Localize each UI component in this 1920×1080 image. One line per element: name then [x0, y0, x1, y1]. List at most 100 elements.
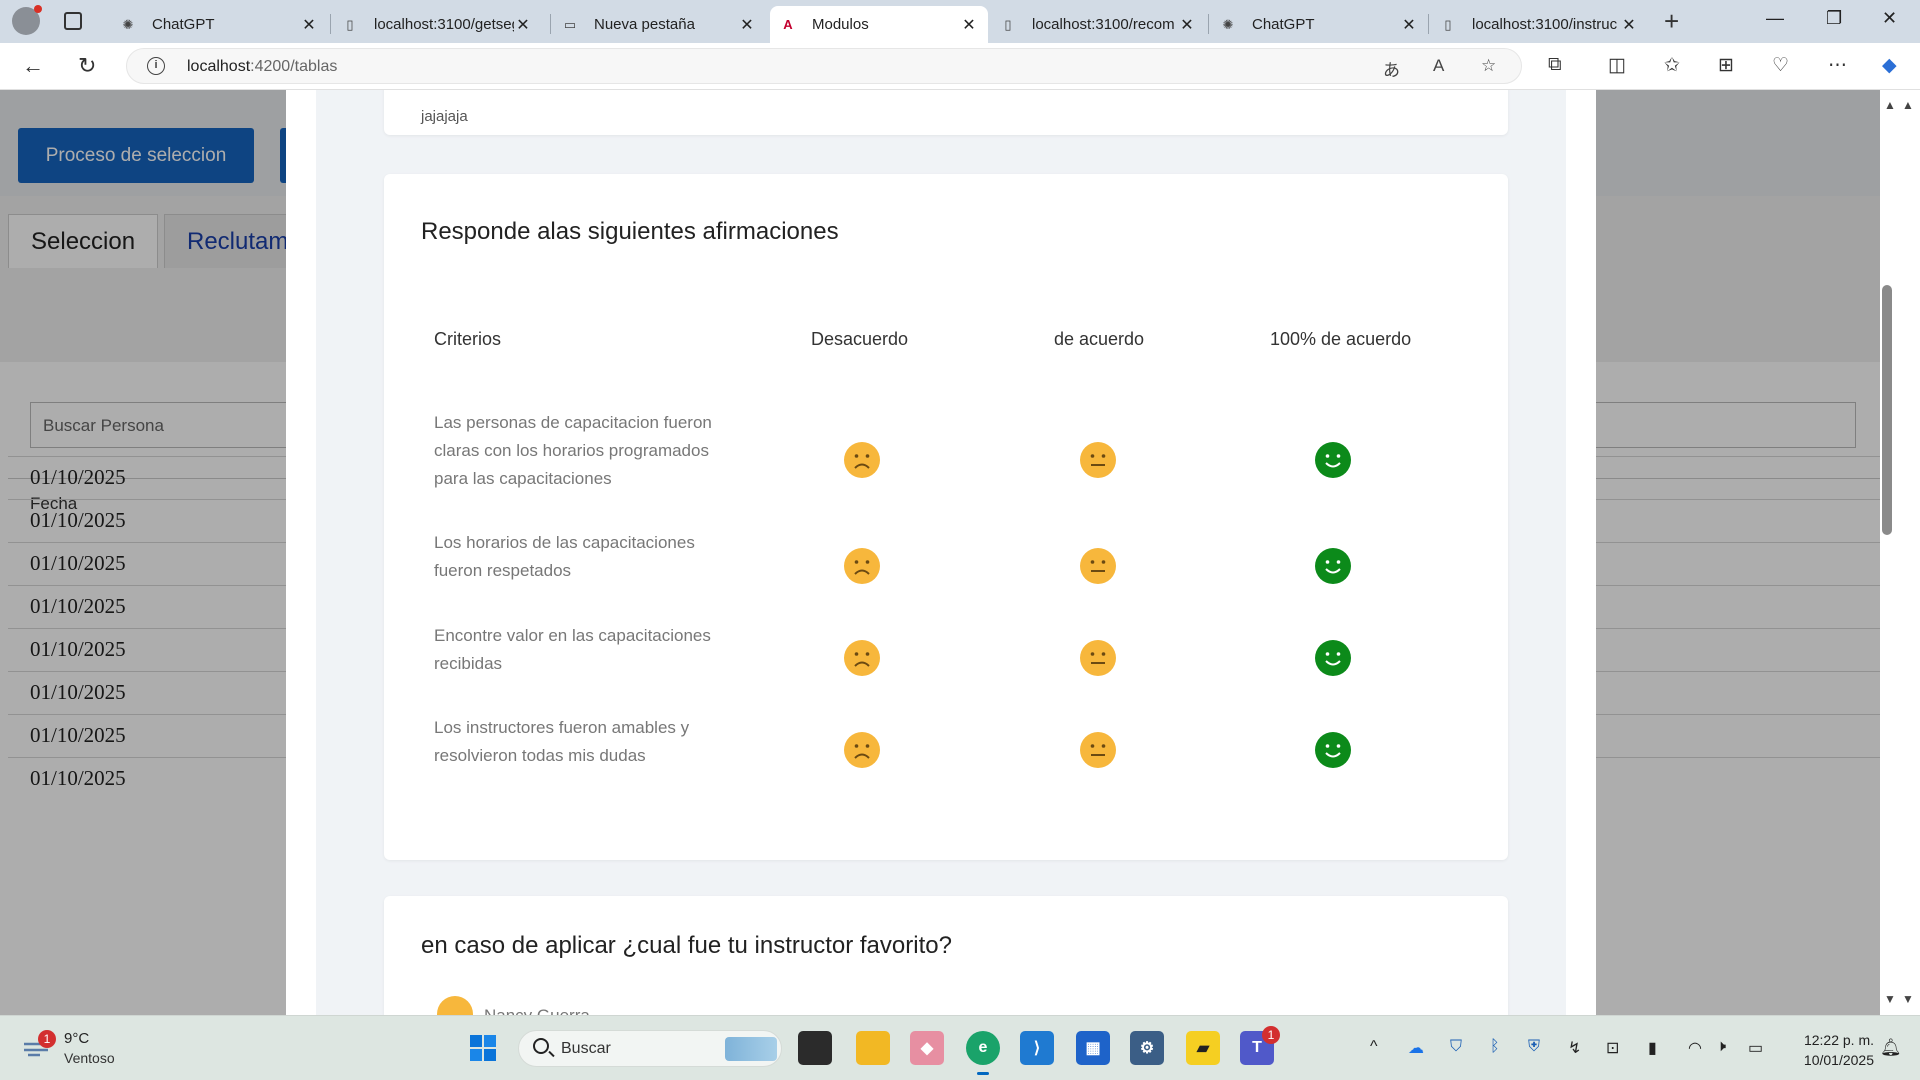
- tab-chatgpt-2[interactable]: ✺ ChatGPT ✕: [1210, 6, 1428, 43]
- refresh-icon[interactable]: ↻: [78, 53, 96, 79]
- site-info-icon[interactable]: i: [147, 57, 165, 75]
- bluetooth-icon[interactable]: ᛒ: [1490, 1038, 1500, 1056]
- survey-title: Responde alas siguientes afirmaciones: [421, 218, 839, 245]
- profile-avatar[interactable]: [12, 5, 42, 35]
- scroll-down-icon[interactable]: ▼: [1884, 992, 1896, 1006]
- scroll-up-icon[interactable]: ▲: [1902, 98, 1914, 112]
- close-tab-icon[interactable]: ✕: [514, 15, 532, 35]
- weather-temperature[interactable]: 9°C: [64, 1030, 89, 1047]
- close-tab-icon[interactable]: ✕: [1178, 15, 1196, 35]
- task-view-icon[interactable]: [798, 1031, 832, 1065]
- close-window-icon[interactable]: ✕: [1882, 8, 1897, 29]
- favorite-star-icon[interactable]: ☆: [1481, 56, 1496, 76]
- tab-title: ChatGPT: [1252, 16, 1315, 33]
- collections-icon[interactable]: ⊞: [1718, 54, 1734, 77]
- clock-date: 10/01/2025: [1803, 1052, 1874, 1068]
- scrollbar-thumb[interactable]: [1882, 285, 1892, 535]
- scroll-up-icon[interactable]: ▲: [1884, 98, 1896, 112]
- new-tab-icon[interactable]: +: [1664, 6, 1679, 37]
- column-desacuerdo: Desacuerdo: [811, 329, 909, 349]
- happy-face-icon[interactable]: [1315, 640, 1351, 676]
- sticky-notes-icon[interactable]: ▰: [1186, 1031, 1220, 1065]
- edge-browser-icon[interactable]: e: [966, 1031, 1000, 1075]
- close-tab-icon[interactable]: ✕: [300, 15, 318, 35]
- sad-face-icon[interactable]: [844, 640, 880, 676]
- page-icon: ▯: [1444, 16, 1452, 32]
- page-scrollbar[interactable]: ▲ ▲ ▼ ▼: [1880, 90, 1920, 1015]
- angular-icon: A: [783, 17, 793, 32]
- sad-face-icon[interactable]: [844, 548, 880, 584]
- close-tab-icon[interactable]: ✕: [738, 15, 756, 35]
- sad-face-icon[interactable]: [844, 732, 880, 768]
- back-icon[interactable]: ←: [22, 53, 44, 79]
- neutral-face-icon[interactable]: [1080, 640, 1116, 676]
- neutral-face-icon[interactable]: [1080, 548, 1116, 584]
- microsoft-store-icon[interactable]: ▦: [1076, 1031, 1110, 1065]
- favorites-icon[interactable]: ✩: [1664, 54, 1680, 77]
- taskbar-search[interactable]: Buscar: [518, 1030, 782, 1067]
- page-icon: ▯: [1004, 16, 1012, 32]
- instructor-option[interactable]: Nancy Guerra: [484, 1006, 590, 1015]
- copilot-icon[interactable]: ◆: [1882, 54, 1897, 77]
- audio-meter-icon[interactable]: ▮: [1648, 1038, 1657, 1058]
- tab-getseg[interactable]: ▯ localhost:3100/getseg ✕: [332, 6, 542, 43]
- column-de-acuerdo: de acuerdo: [1054, 329, 1145, 349]
- battery-icon[interactable]: ▭: [1748, 1038, 1763, 1058]
- sad-face-icon[interactable]: [844, 442, 880, 478]
- column-totalmente-de-acuerdo: 100% de acuerdo: [1270, 329, 1412, 349]
- neutral-face-icon[interactable]: [1080, 442, 1116, 478]
- tab-recom[interactable]: ▯ localhost:3100/recom ✕: [990, 6, 1206, 43]
- more-menu-icon[interactable]: ⋯: [1828, 54, 1847, 77]
- option-face-icon[interactable]: [437, 996, 473, 1015]
- system-clock[interactable]: 12:22 p. m. 10/01/2025: [1776, 1030, 1874, 1070]
- url-host: localhost: [187, 58, 251, 75]
- close-tab-icon[interactable]: ✕: [1400, 15, 1418, 35]
- scroll-down-icon[interactable]: ▼: [1902, 992, 1914, 1006]
- vpn-icon[interactable]: ↯: [1568, 1038, 1581, 1058]
- restore-icon[interactable]: ❐: [1826, 8, 1842, 29]
- tab-title: Nueva pestaña: [594, 16, 695, 33]
- afirmaciones-card: Responde alas siguientes afirmaciones Cr…: [384, 174, 1508, 860]
- volume-muted-icon[interactable]: 🕨: [1716, 1038, 1726, 1056]
- remote-desktop-icon[interactable]: ⊡: [1606, 1038, 1619, 1058]
- file-explorer-icon[interactable]: [856, 1031, 890, 1065]
- tab-title: Modulos: [812, 16, 869, 33]
- url-field[interactable]: i localhost:4200/tablas あ A ☆: [126, 48, 1522, 84]
- teams-notification-badge: 1: [1262, 1026, 1280, 1044]
- tab-modulos[interactable]: A Modulos ✕: [770, 6, 988, 43]
- defender-icon[interactable]: ⛨: [1528, 1038, 1540, 1056]
- notification-bell-icon[interactable]: 🔔︎: [1880, 1038, 1902, 1058]
- wifi-icon[interactable]: ◠: [1688, 1038, 1702, 1058]
- onedrive-icon[interactable]: ☁: [1408, 1038, 1424, 1058]
- tab-actions-icon[interactable]: [64, 12, 82, 30]
- tab-nueva-pestana[interactable]: ▭ Nueva pestaña ✕: [552, 6, 766, 43]
- weather-description[interactable]: Ventoso: [64, 1050, 115, 1066]
- survey-modal: jajajaja Responde alas siguientes afirma…: [286, 90, 1596, 1015]
- windows-start-icon[interactable]: [466, 1031, 500, 1065]
- minimize-icon[interactable]: —: [1766, 8, 1784, 29]
- performance-icon[interactable]: ♡: [1772, 54, 1789, 77]
- happy-face-icon[interactable]: [1315, 442, 1351, 478]
- vscode-icon[interactable]: ⟩: [1020, 1031, 1054, 1065]
- happy-face-icon[interactable]: [1315, 548, 1351, 584]
- neutral-face-icon[interactable]: [1080, 732, 1116, 768]
- tab-title: localhost:3100/instruc: [1472, 16, 1618, 33]
- happy-face-icon[interactable]: [1315, 732, 1351, 768]
- tab-instruc[interactable]: ▯ localhost:3100/instruc ✕: [1430, 6, 1648, 43]
- close-tab-icon[interactable]: ✕: [960, 15, 978, 35]
- tab-chatgpt-1[interactable]: ✺ ChatGPT ✕: [110, 6, 328, 43]
- split-screen-icon[interactable]: ◫: [1608, 54, 1626, 77]
- read-aloud-icon[interactable]: A: [1433, 56, 1444, 76]
- search-icon: [533, 1038, 549, 1054]
- close-tab-icon[interactable]: ✕: [1620, 15, 1638, 35]
- copilot-app-icon[interactable]: ◆: [910, 1031, 944, 1065]
- show-hidden-icons-icon[interactable]: ^: [1370, 1038, 1378, 1056]
- criterion-1: Las personas de capacitacion fueron clar…: [434, 413, 712, 488]
- security-shield-icon[interactable]: ⛉: [1450, 1038, 1462, 1056]
- translate-icon[interactable]: あ: [1383, 56, 1400, 81]
- newtab-icon: ▭: [563, 16, 577, 32]
- url-path: :4200/tablas: [250, 58, 338, 75]
- weather-alert-badge: 1: [38, 1030, 56, 1048]
- sql-tool-icon[interactable]: ⚙: [1130, 1031, 1164, 1065]
- extensions-icon[interactable]: ⧉: [1548, 54, 1562, 76]
